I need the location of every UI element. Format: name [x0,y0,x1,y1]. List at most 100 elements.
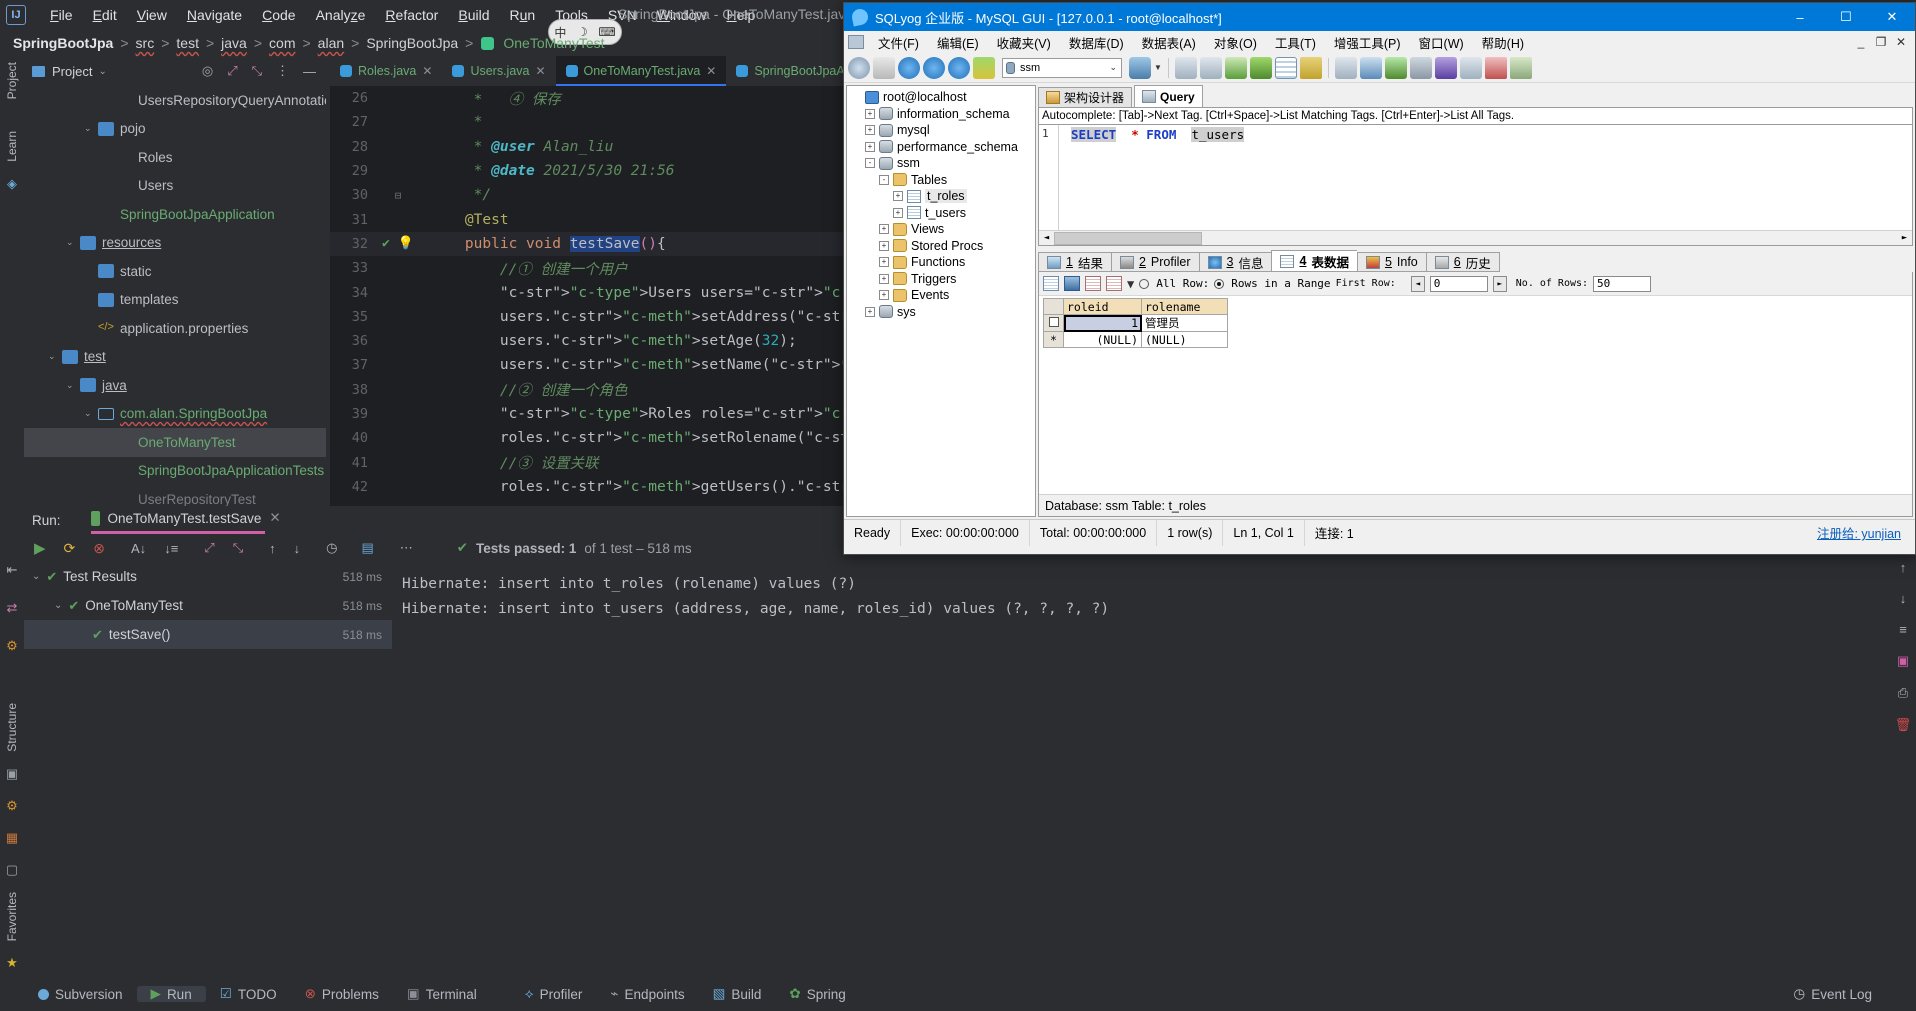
project-tree-item[interactable]: ⌄ com.alan.SpringBootJpa [24,400,326,429]
breadcrumb-item-6[interactable]: SpringBootJpa [363,35,461,51]
scroll-down-icon[interactable]: ↓ [1900,591,1907,606]
save-changes-icon[interactable] [1064,276,1080,291]
status-subversion[interactable]: Subversion [24,987,137,1002]
first-row-input[interactable]: 0 [1429,275,1488,292]
sq-menu-tables[interactable]: 数据表(A) [1133,31,1205,54]
rerun-icon[interactable]: ▶ [34,539,46,557]
db-tree-item[interactable]: + Stored Procs [847,238,1035,255]
db-tree-item[interactable]: + Events [847,287,1035,304]
insert-row-icon[interactable] [1043,276,1059,291]
test-result-row[interactable]: ✔ testSave() 518 ms [24,620,392,649]
db-tree-item[interactable]: - ssm [847,155,1035,172]
stop-query-icon[interactable] [973,56,995,79]
tree-twisty[interactable]: ⌄ [84,123,98,134]
project-tree-item[interactable]: ⌄ pojo [24,115,326,144]
gutter-icons[interactable]: ✔ 💡 [376,236,420,251]
project-tree-item[interactable]: ⌄ java [24,371,326,400]
all-rows-radio[interactable] [1139,278,1150,289]
breadcrumb-item-5[interactable]: alan [315,35,347,51]
row-checkbox[interactable] [1048,317,1059,327]
star-icon[interactable]: ★ [6,955,18,971]
tab-query[interactable]: Query [1134,85,1203,107]
tree-expander[interactable]: + [893,207,903,218]
project-tree-item[interactable]: OneToManyTest [24,428,326,457]
sql-editor-hscrollbar[interactable]: ◄ ► [1039,230,1912,245]
restore-database-icon[interactable] [1249,56,1272,79]
execute-current-icon[interactable] [948,56,970,79]
breadcrumb-item-4[interactable]: com [266,35,298,51]
breadcrumb-item-2[interactable]: test [173,35,202,51]
create-table-icon[interactable] [1274,56,1297,79]
rail-item-learn[interactable]: Learn [5,125,19,168]
menu-item-navigate[interactable]: Navigate [177,4,252,26]
target-icon[interactable]: ◎ [202,63,213,79]
tree-expander[interactable]: + [865,306,875,317]
migrate-icon[interactable] [1409,56,1432,79]
delete-row-icon[interactable] [1085,276,1101,291]
status-endpoints[interactable]: ⌁ Endpoints [596,986,698,1002]
object-browser-tree[interactable]: root@localhost + information_schema + mysql +… [846,85,1036,517]
new-connection-icon[interactable] [848,56,870,79]
project-tree-item[interactable]: UserRepositoryTest [24,485,326,506]
tree-twisty[interactable]: ⌄ [84,408,98,419]
history-icon[interactable]: ◷ [326,540,337,556]
close-button[interactable]: ✕ [1869,3,1915,31]
backup-database-icon[interactable] [1224,56,1247,79]
scroll-left-icon[interactable]: ◄ [1039,233,1054,243]
sq-menu-database[interactable]: 数据库(D) [1060,31,1133,54]
filter-icon[interactable]: ▼ [1127,277,1134,291]
tree-expander[interactable]: + [865,108,875,119]
new-query-tab-icon[interactable] [873,56,895,79]
sq-menu-objects[interactable]: 对象(O) [1205,31,1266,54]
collapse-all-icon[interactable]: ⤡ [233,540,243,556]
sq-menu-window[interactable]: 窗口(W) [1410,31,1473,54]
test-result-row[interactable]: ⌄ ✔ Test Results 518 ms [24,562,392,591]
stop-tests-icon[interactable]: ⊗ [93,540,105,557]
row-selector[interactable] [1043,314,1064,332]
result-tab[interactable]: 5 Info [1356,252,1426,272]
menu-item-code[interactable]: Code [252,4,305,26]
grid-corner-cell[interactable] [1043,298,1064,315]
menu-item-edit[interactable]: Edit [83,4,127,26]
sq-menu-powertools[interactable]: 增强工具(P) [1325,31,1410,54]
scroll-up-icon[interactable]: ↑ [1900,560,1907,575]
breadcrumb-item-3[interactable]: java [218,35,250,51]
format-sql-icon[interactable] [1334,56,1357,79]
sort-alpha-icon[interactable]: A↓ [131,541,146,556]
table-row[interactable]: 1 管理员 [1043,314,1228,332]
new-row-marker[interactable]: * [1043,331,1064,348]
result-grid[interactable]: roleid rolename 1 管理员 * (NULL) (NULL) [1043,298,1912,348]
table-row[interactable]: * (NULL) (NULL) [1043,331,1228,348]
hide-run-icon[interactable]: ⇤ [7,562,18,578]
expand-all-icon[interactable]: ⤢ [204,540,214,556]
chevron-down-icon[interactable]: ▼ [1154,63,1162,72]
tree-twisty[interactable]: ⌄ [66,380,80,391]
tree-twisty[interactable]: ⌄ [54,600,62,611]
editor-tab[interactable]: Users.java ✕ [442,56,555,86]
db-tree-item[interactable]: root@localhost [847,89,1035,106]
menu-item-view[interactable]: View [127,4,177,26]
camera-icon[interactable]: ▢ [6,862,18,878]
project-tree-item[interactable]: SpringBootJpaApplication [24,200,326,229]
manage-indexes-icon[interactable] [1299,56,1322,79]
execute-all-queries-icon[interactable] [923,56,945,79]
result-tab[interactable]: 1 结果 [1038,252,1111,272]
project-tree-item[interactable]: static [24,257,326,286]
tree-expander[interactable]: + [879,273,889,284]
rerun-failed-icon[interactable]: ⟳ [64,540,76,557]
db-tree-item[interactable]: + Triggers [847,271,1035,288]
project-tree-item[interactable]: </> application.properties [24,314,326,343]
project-tree-item[interactable]: Users [24,172,326,201]
more-options-icon[interactable]: ⋮ [276,63,289,79]
cell-rolename-null[interactable]: (NULL) [1141,331,1228,348]
tree-expander[interactable]: + [879,257,889,268]
cell-roleid[interactable]: 1 [1063,314,1142,332]
run-console[interactable]: Hibernate: insert into t_roles (rolename… [392,534,1892,802]
project-tree-item[interactable]: UsersRepositoryQueryAnnotation [24,86,326,115]
sq-menu-help[interactable]: 帮助(H) [1473,31,1533,54]
project-tree-item[interactable]: SpringBootJpaApplicationTests [24,457,326,486]
print-console-icon[interactable]: ▣ [1897,653,1909,669]
menu-item-build[interactable]: Build [448,4,499,26]
status-todo[interactable]: ☑ TODO [206,986,291,1002]
import-data-icon[interactable] [1174,56,1197,79]
